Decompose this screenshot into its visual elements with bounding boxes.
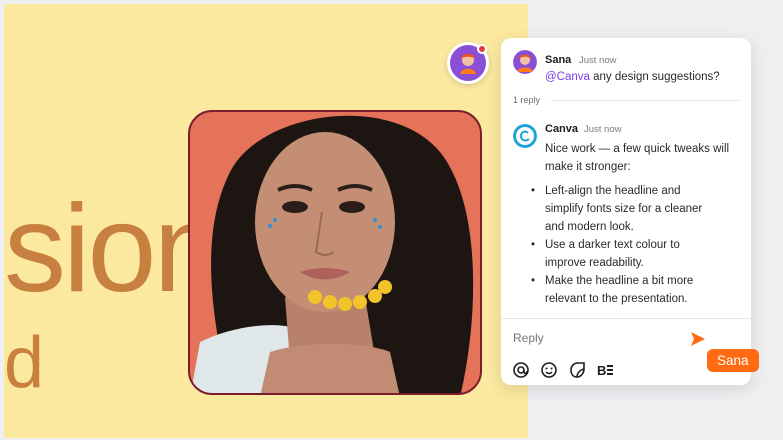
comment-time: Just now [584, 124, 622, 135]
send-icon[interactable] [689, 330, 707, 348]
svg-text:B: B [597, 363, 606, 378]
comment-body: @Canva any design suggestions? [545, 68, 745, 86]
comment-body: Nice work — a few quick tweaks will make… [545, 143, 730, 173]
comment-author[interactable]: Canva [545, 123, 578, 135]
text-format-icon[interactable]: B [595, 360, 615, 380]
suggestion-list: Left-align the headline and simplify fon… [531, 182, 721, 308]
list-item: Left-align the headline and simplify fon… [531, 182, 721, 236]
comment-thread-panel: Sana Just now @Canva any design suggesti… [501, 38, 751, 385]
portrait-image [190, 115, 474, 393]
user-avatar-icon [460, 53, 476, 74]
notification-dot [477, 44, 487, 54]
collaborator-avatar[interactable] [447, 42, 489, 84]
comment-toolbar: B [511, 360, 615, 380]
reply-divider [551, 100, 739, 101]
editor-stage: sion d Sana Just now @Canva any design s… [0, 0, 783, 440]
sticker-icon[interactable] [567, 360, 587, 380]
canva-avatar [513, 124, 537, 148]
list-item: Use a darker text colour to improve read… [531, 236, 721, 272]
input-divider [501, 318, 751, 319]
list-item: Make the headline a bit more relevant to… [531, 272, 721, 308]
sana-avatar [513, 50, 537, 74]
reply-count[interactable]: 1 reply [513, 95, 540, 105]
comment-author[interactable]: Sana [545, 54, 571, 66]
collaborator-cursor-label: Sana [707, 349, 759, 372]
emoji-icon[interactable] [539, 360, 559, 380]
comment-text: any design suggestions? [589, 71, 720, 83]
photo-frame[interactable] [188, 110, 482, 395]
subheadline-text[interactable]: d [4, 327, 44, 399]
at-icon[interactable] [511, 360, 531, 380]
reply-input[interactable] [513, 331, 673, 345]
comment-time: Just now [579, 55, 617, 66]
mention-link[interactable]: @Canva [545, 71, 590, 83]
